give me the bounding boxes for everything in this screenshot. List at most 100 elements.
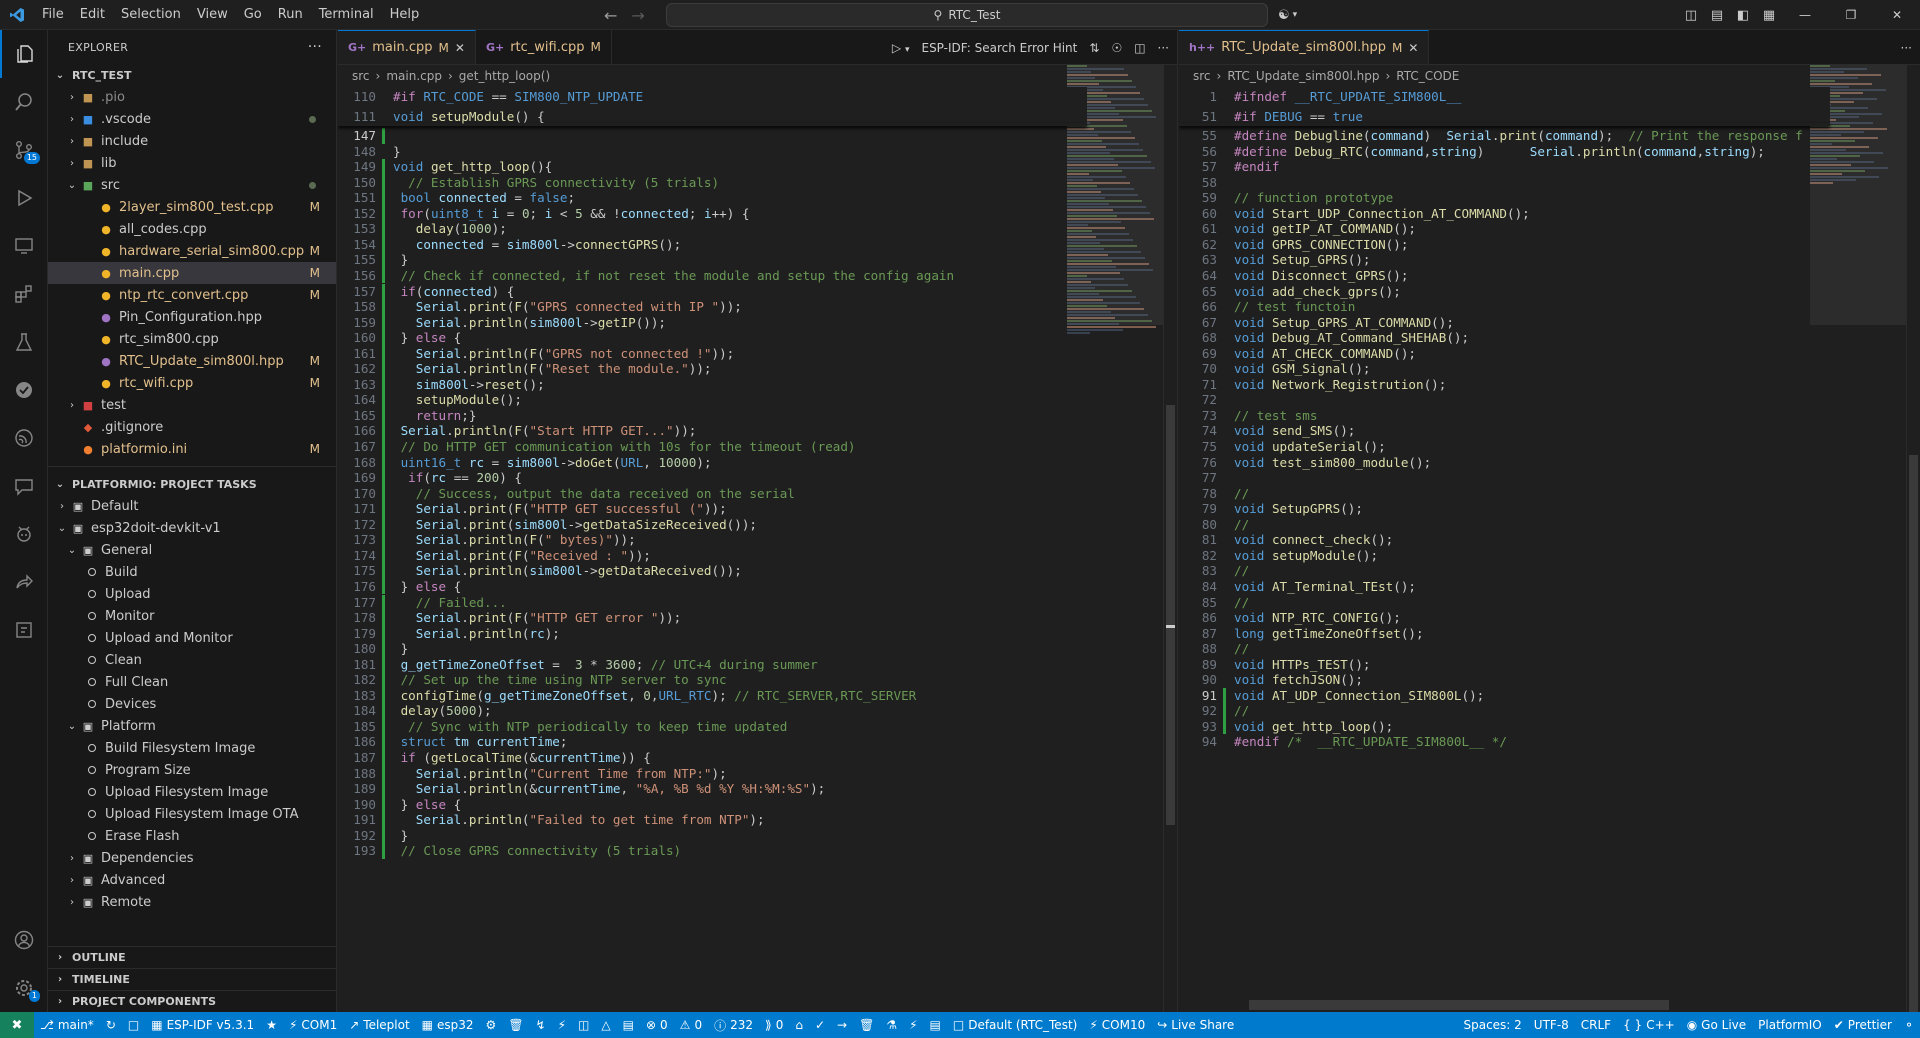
file-tree-item[interactable]: › ■ include	[48, 130, 336, 152]
status-item[interactable]: ⚙	[480, 1018, 503, 1032]
menu-terminal[interactable]: Terminal	[311, 0, 382, 30]
layout-icon[interactable]: ▦	[1756, 8, 1782, 23]
status-item[interactable]: ↻	[100, 1018, 122, 1032]
menu-go[interactable]: Go	[236, 0, 270, 30]
breadcrumb-item[interactable]: get_http_loop()	[459, 69, 550, 83]
status-item[interactable]: CRLF	[1575, 1018, 1617, 1032]
status-item[interactable]: △	[595, 1018, 616, 1032]
esp-idf-search-error-hint-action[interactable]: ESP-IDF: Search Error Hint	[921, 41, 1077, 55]
git-change-marker[interactable]	[382, 376, 385, 393]
section-outline[interactable]: › OUTLINE	[48, 946, 336, 968]
split-editor-icon[interactable]: ◫	[1134, 41, 1145, 55]
git-change-marker[interactable]	[382, 734, 385, 750]
minimize-icon[interactable]: —	[1782, 8, 1828, 22]
code-area[interactable]: 1 #ifndef __RTC_UPDATE_SIM800L__ 51 #if DEB…	[1179, 87, 1920, 1012]
close-icon[interactable]: ✕	[1874, 8, 1920, 22]
file-tree-item[interactable]: ● all_codes.cpp	[48, 218, 336, 240]
task-item[interactable]: Full Clean	[48, 671, 336, 693]
git-change-marker[interactable]	[382, 827, 385, 844]
git-change-marker[interactable]	[382, 221, 385, 237]
chat-icon[interactable]	[0, 462, 48, 510]
menu-edit[interactable]: Edit	[72, 0, 113, 30]
menu-selection[interactable]: Selection	[113, 0, 189, 30]
status-item[interactable]: □	[122, 1018, 145, 1032]
git-change-marker[interactable]	[382, 563, 385, 579]
git-change-marker[interactable]	[382, 267, 385, 284]
status-item[interactable]: ▦ esp32	[416, 1018, 480, 1032]
file-tree-item[interactable]: › ■ test	[48, 394, 336, 416]
more-actions-icon[interactable]: ···	[308, 39, 322, 55]
git-change-marker[interactable]	[382, 314, 385, 331]
compare-icon[interactable]: ⇅	[1089, 41, 1099, 55]
extensions-icon[interactable]	[0, 270, 48, 318]
task-item[interactable]: Upload Filesystem Image OTA	[48, 803, 336, 825]
file-tree-item[interactable]: ● platformio.ini M	[48, 438, 336, 460]
status-item[interactable]: Spaces: 2	[1457, 1018, 1527, 1032]
git-change-marker[interactable]	[382, 283, 385, 300]
task-group[interactable]: › ▣ Default	[48, 495, 336, 517]
git-change-marker[interactable]	[382, 610, 385, 626]
task-group[interactable]: › ▣ Advanced	[48, 869, 336, 891]
remote-explorer-icon[interactable]	[0, 222, 48, 270]
vertical-scrollbar[interactable]	[1906, 65, 1920, 1012]
task-item[interactable]: Build Filesystem Image	[48, 737, 336, 759]
toggle-secondary-sidebar-icon[interactable]: ◧	[1730, 8, 1756, 23]
git-change-marker[interactable]	[382, 718, 385, 735]
task-group[interactable]: › ▣ Remote	[48, 891, 336, 913]
git-change-marker[interactable]	[382, 345, 385, 362]
task-item[interactable]: Monitor	[48, 605, 336, 627]
menu-help[interactable]: Help	[382, 0, 428, 30]
git-change-marker[interactable]	[1223, 703, 1226, 719]
status-item[interactable]: □ Default (RTC_Test)	[947, 1018, 1083, 1032]
explorer-icon[interactable]	[0, 30, 48, 78]
git-change-marker[interactable]	[382, 190, 385, 206]
run-debug-icon[interactable]	[0, 174, 48, 222]
more-actions-icon[interactable]: ···	[1901, 41, 1912, 55]
task-group[interactable]: ⌄ ▣ General	[48, 539, 336, 561]
bulb-icon[interactable]: ☉	[1111, 41, 1122, 55]
section-project-components[interactable]: › PROJECT COMPONENTS	[48, 990, 336, 1012]
minimap[interactable]	[1067, 65, 1163, 1012]
close-tab-icon[interactable]: ✕	[455, 41, 465, 55]
toggle-sidebar-icon[interactable]: ◫	[1678, 8, 1704, 23]
arrow-left-icon[interactable]: ←	[604, 6, 617, 25]
git-change-marker[interactable]	[382, 796, 385, 813]
run-icon[interactable]: ▷ ▾	[892, 41, 910, 55]
file-tree-item[interactable]: ◆ .gitignore	[48, 416, 336, 438]
platformio-tasks-header[interactable]: ⌄ PLATFORMIO: PROJECT TASKS	[48, 473, 336, 495]
git-change-marker[interactable]	[382, 252, 385, 268]
file-tree-item[interactable]: ● rtc_wifi.cpp M	[48, 372, 336, 394]
git-change-marker[interactable]	[382, 128, 385, 144]
status-item[interactable]: ⎇ main*	[34, 1018, 100, 1032]
file-tree-item[interactable]: ● rtc_sim800.cpp	[48, 328, 336, 350]
live-share-icon[interactable]	[0, 558, 48, 606]
git-change-marker[interactable]	[382, 765, 385, 782]
git-change-marker[interactable]	[382, 812, 385, 828]
git-change-marker[interactable]	[382, 236, 385, 253]
git-change-marker[interactable]	[382, 299, 385, 315]
breadcrumb-item[interactable]: src	[1193, 69, 1211, 83]
git-change-marker[interactable]	[382, 470, 385, 486]
task-group[interactable]: ⌄ ▣ Platform	[48, 715, 336, 737]
file-tree-item[interactable]: › ■ lib	[48, 152, 336, 174]
status-item[interactable]: ⚠ 0	[674, 1018, 708, 1032]
status-item[interactable]: ⚡	[552, 1018, 572, 1032]
file-tree-item[interactable]: › ■ .vscode	[48, 108, 336, 130]
code-area[interactable]: 110 #if RTC_CODE == SIM800_NTP_UPDATE 111 v…	[338, 87, 1177, 1012]
close-tab-icon[interactable]: ✕	[1408, 41, 1418, 55]
vertical-scrollbar[interactable]	[1163, 65, 1177, 1012]
source-control-icon[interactable]: 15	[0, 126, 48, 174]
git-change-marker[interactable]	[382, 361, 385, 377]
status-item[interactable]: ◫	[572, 1018, 595, 1032]
task-group[interactable]: ⌄ ▣ esp32doit-devkit-v1	[48, 517, 336, 539]
git-change-marker[interactable]	[382, 439, 385, 455]
account-icon[interactable]	[0, 916, 48, 964]
testing-icon[interactable]	[0, 318, 48, 366]
project-folder-header[interactable]: ⌄ RTC_TEST	[48, 64, 336, 86]
status-item[interactable]: ⚗	[880, 1018, 903, 1032]
status-item[interactable]: ◉ Go Live	[1681, 1018, 1752, 1032]
status-item[interactable]: ▤	[617, 1018, 640, 1032]
file-tree-item[interactable]: ● ntp_rtc_convert.cpp M	[48, 284, 336, 306]
file-tree-item[interactable]: ● main.cpp M	[48, 262, 336, 284]
status-item[interactable]: ⚡ COM10	[1083, 1018, 1151, 1032]
